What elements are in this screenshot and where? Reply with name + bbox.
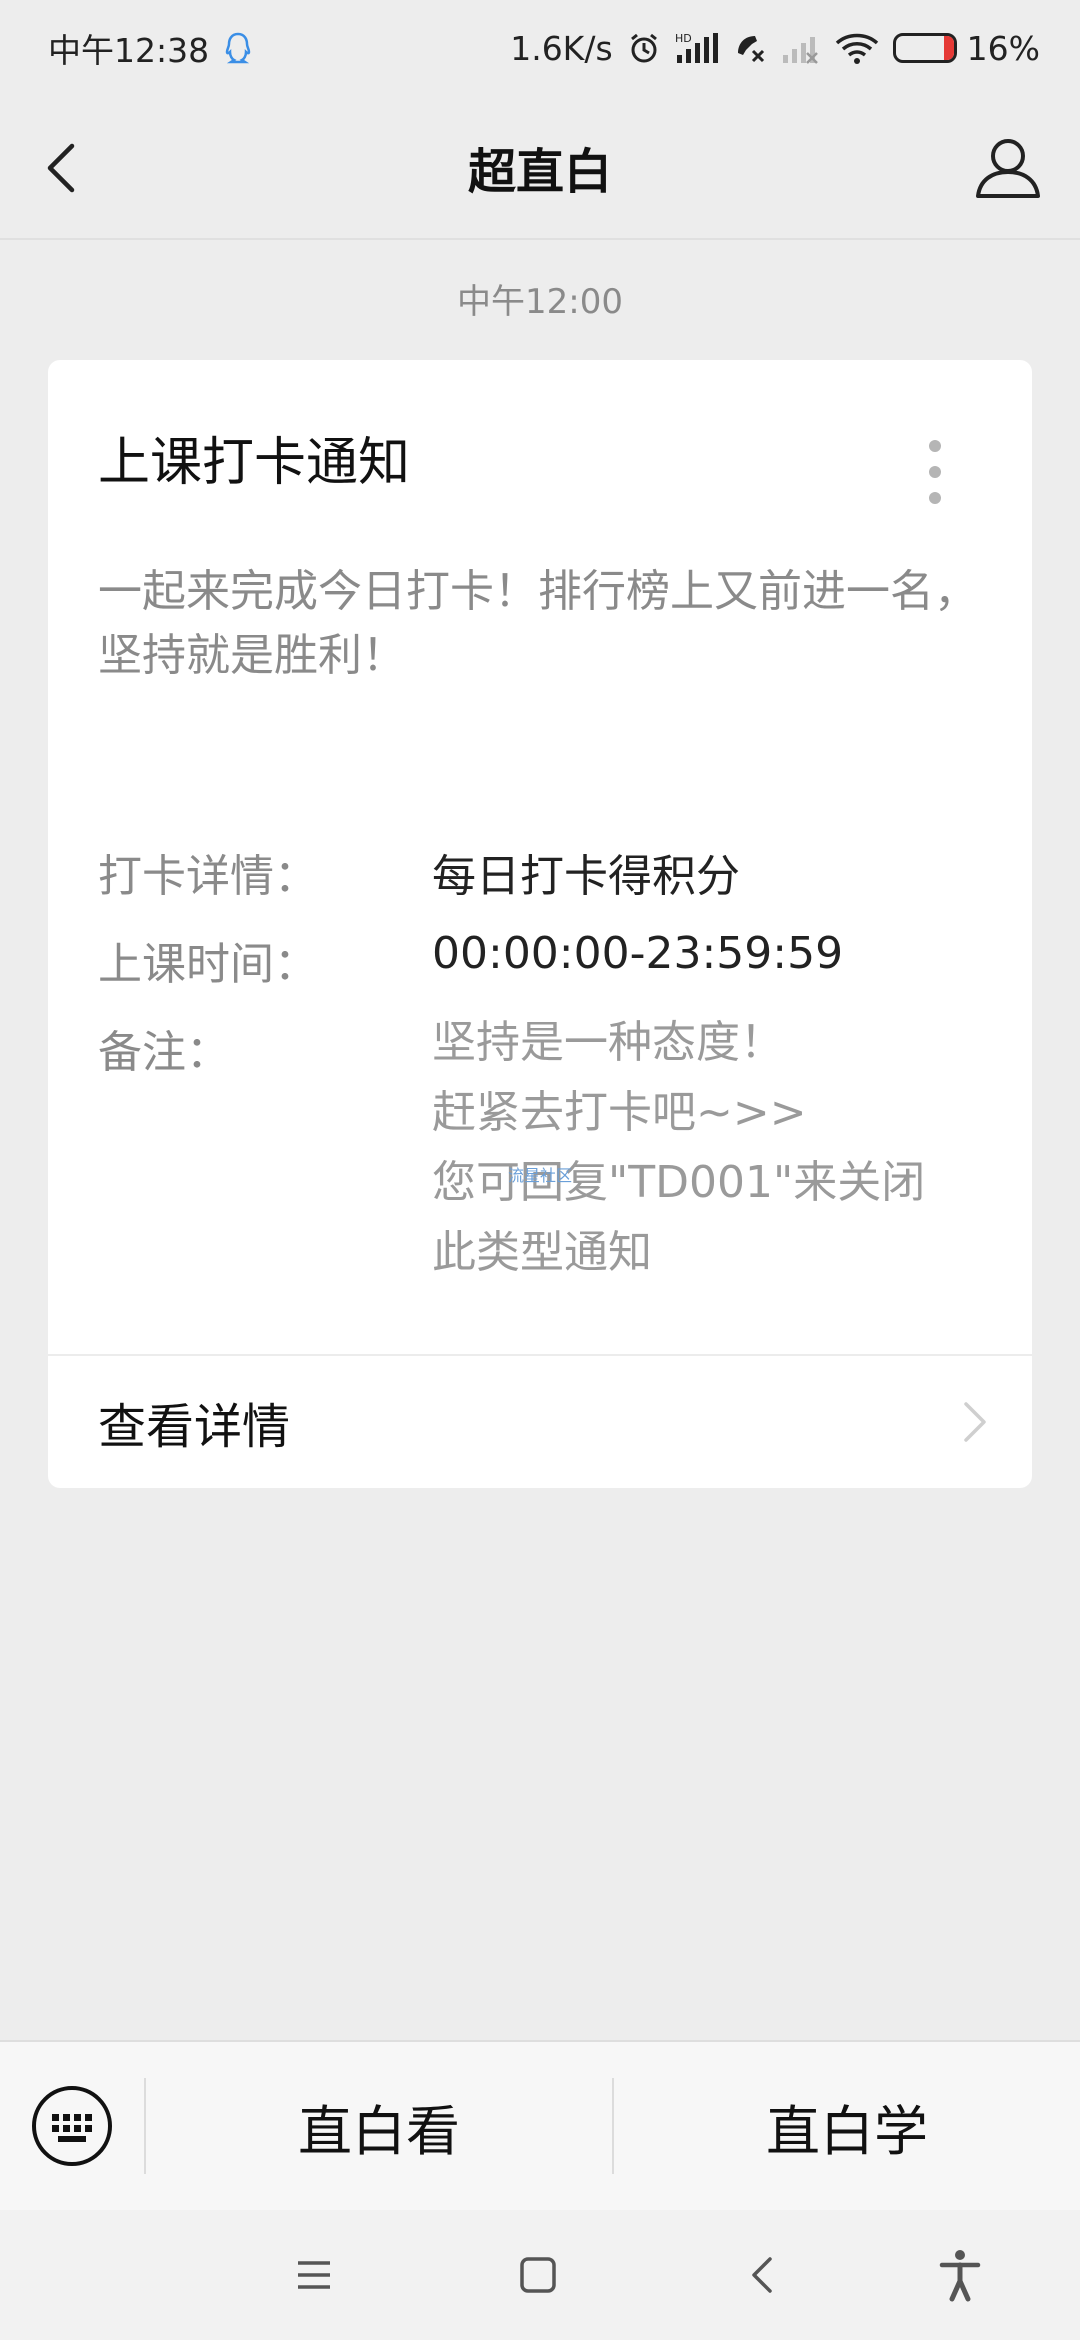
class-time-label: 上课时间： bbox=[98, 939, 318, 990]
call-muted-icon bbox=[733, 31, 767, 65]
remark-line: 坚持是一种态度！ bbox=[432, 1017, 784, 1068]
battery-percent: 16% bbox=[966, 28, 1040, 68]
detail-label: 打卡详情： bbox=[98, 851, 318, 902]
hd-signal-icon: HD bbox=[675, 31, 719, 65]
notification-card: 上课打卡通知 一起来完成今日打卡！排行榜上又前进一名，坚持就是胜利！ 打卡详情：… bbox=[48, 360, 1032, 1488]
class-time-value: 00:00:00-23:59:59 bbox=[432, 928, 844, 979]
status-right: 1.6K/s HD 16% bbox=[510, 29, 1040, 68]
accessibility-icon bbox=[939, 2250, 981, 2302]
home-square-icon bbox=[520, 2257, 556, 2293]
remark-line: 此类型通知 bbox=[432, 1227, 652, 1278]
network-speed: 1.6K/s bbox=[510, 28, 613, 68]
profile-button[interactable] bbox=[972, 132, 1044, 204]
view-details-label: 查看详情 bbox=[98, 1399, 291, 1455]
qq-notification-icon bbox=[223, 31, 253, 65]
person-icon bbox=[976, 139, 1040, 198]
menu-icon bbox=[298, 2261, 330, 2289]
no-signal-icon bbox=[781, 31, 821, 65]
keyboard-icon bbox=[32, 2086, 112, 2166]
battery-indicator: 16% bbox=[892, 28, 1040, 68]
nav-bar: 超直白 bbox=[0, 96, 1080, 240]
status-bar: 中午12:38 1.6K/s HD 16% bbox=[0, 0, 1080, 96]
hd-label: HD bbox=[675, 32, 692, 45]
more-dot bbox=[929, 440, 941, 452]
card-description: 一起来完成今日打卡！排行榜上又前进一名，坚持就是胜利！ bbox=[98, 566, 978, 681]
message-timestamp: 中午12:00 bbox=[457, 282, 623, 322]
more-options-button[interactable] bbox=[928, 440, 942, 504]
keyboard-toggle-button[interactable] bbox=[0, 2041, 144, 2211]
battery-icon bbox=[892, 33, 957, 63]
card-title: 上课打卡通知 bbox=[98, 433, 411, 493]
back-arrow-icon bbox=[752, 2257, 772, 2293]
chevron-left-icon bbox=[47, 143, 75, 193]
detail-value: 每日打卡得积分 bbox=[432, 851, 740, 902]
accessibility-button[interactable] bbox=[930, 2245, 990, 2305]
back-button[interactable] bbox=[38, 138, 98, 198]
view-details-button[interactable]: 查看详情 bbox=[48, 1356, 1032, 1488]
status-time: 中午12:38 bbox=[48, 31, 210, 70]
status-left: 中午12:38 bbox=[48, 24, 253, 72]
battery-level-fill bbox=[944, 36, 954, 60]
remark-line: 赶紧去打卡吧~>> bbox=[432, 1087, 807, 1138]
remark-value: 坚持是一种态度！ 赶紧去打卡吧~>> 您可回复"TD001"来关闭 此类型通知 bbox=[432, 1008, 992, 1288]
wifi-icon bbox=[835, 31, 879, 65]
home-nav-button[interactable] bbox=[508, 2245, 568, 2305]
menu-nav-button[interactable] bbox=[284, 2245, 344, 2305]
watermark: 流星社区 bbox=[508, 1166, 573, 1185]
menu-item-watch[interactable]: 直白看 bbox=[146, 2041, 612, 2211]
page-title: 超直白 bbox=[467, 144, 612, 200]
remark-label: 备注： bbox=[98, 1027, 230, 1078]
menu-item-learn[interactable]: 直白学 bbox=[614, 2041, 1080, 2211]
more-dot bbox=[929, 492, 941, 504]
bottom-menu: 直白看 直白学 bbox=[0, 2040, 1080, 2210]
more-dot bbox=[929, 466, 941, 478]
chevron-right-icon bbox=[964, 1402, 986, 1442]
back-nav-button[interactable] bbox=[734, 2245, 794, 2305]
alarm-icon bbox=[627, 31, 661, 65]
system-nav-bar bbox=[0, 2210, 1080, 2340]
